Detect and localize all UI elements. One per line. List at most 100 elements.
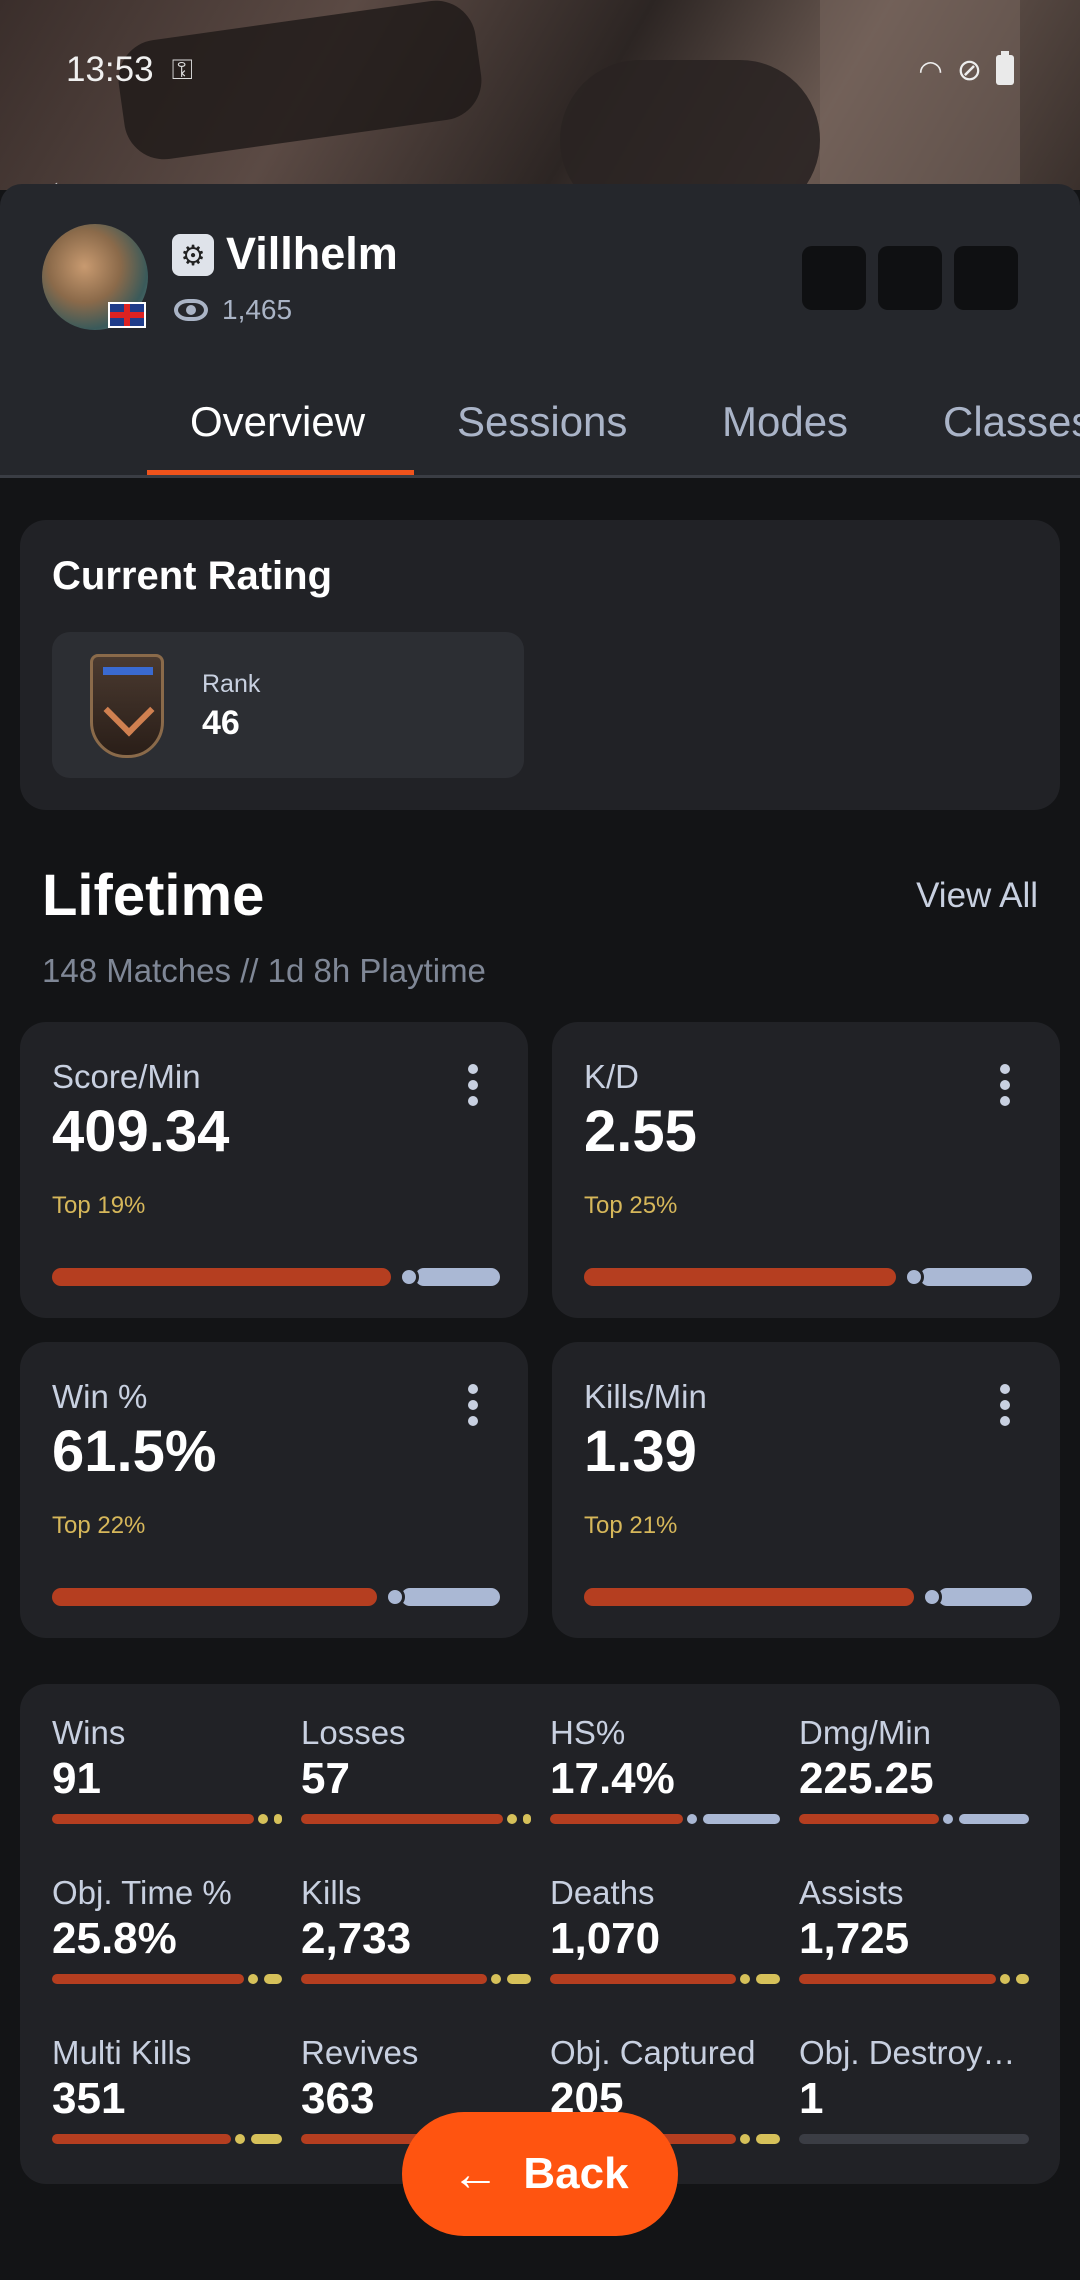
tab-modes[interactable]: Modes: [722, 398, 848, 446]
stat-value: 409.34: [52, 1099, 230, 1164]
stat-cell-bar: [52, 1814, 282, 1824]
rank-badge-icon: [90, 654, 164, 758]
stat-cell-bar: [799, 1974, 1029, 1984]
percentile-bar: [52, 1587, 500, 1607]
stat-cell-label: Deaths: [550, 1874, 655, 1911]
stat-cell-value: 17.4%: [550, 1754, 675, 1803]
view-all-link[interactable]: View All: [916, 876, 1038, 916]
stat-cell[interactable]: Wins 91: [52, 1714, 282, 1824]
view-count: 1,465: [174, 294, 292, 326]
stat-cell[interactable]: Multi Kills 351: [52, 2034, 282, 2144]
arrow-left-icon: ←: [451, 2147, 500, 2201]
header-action-button[interactable]: [802, 246, 866, 310]
stat-cell[interactable]: HS% 17.4%: [550, 1714, 780, 1824]
view-count-value: 1,465: [222, 294, 293, 325]
stat-cell-bar: [799, 1814, 1029, 1824]
stat-cell-value: 1,725: [799, 1914, 910, 1963]
stat-cell-label: HS%: [550, 1714, 626, 1751]
stat-percentile: Top 22%: [52, 1512, 146, 1539]
current-rating-card: Current Rating Rank 46: [20, 520, 1060, 810]
stat-cell-value: 2,733: [301, 1914, 412, 1963]
dnd-icon: ⊘: [956, 53, 982, 87]
stat-value: 2.55: [584, 1099, 697, 1164]
tab-sessions[interactable]: Sessions: [457, 398, 627, 446]
back-button[interactable]: ← Back: [402, 2112, 678, 2236]
stat-cell-label: Losses: [301, 1714, 406, 1751]
stat-cell-value: 1,070: [550, 1914, 661, 1963]
stat-cell-label: Obj. Destroy…: [799, 2034, 1016, 2071]
stat-cell[interactable]: Obj. Time % 25.8%: [52, 1874, 282, 1984]
stat-cell-bar: [550, 1974, 780, 1984]
rank-value: 46: [202, 704, 240, 742]
steam-icon: ⚙: [172, 234, 214, 276]
stat-cell-bar: [799, 2134, 1029, 2144]
stat-cell-bar: [52, 1974, 282, 1984]
header-action-button[interactable]: [954, 246, 1018, 310]
stat-cell-bar: [550, 1814, 780, 1824]
uk-flag-icon: [108, 302, 146, 328]
stat-cell-value: 225.25: [799, 1754, 934, 1803]
stat-label: Score/Min: [52, 1058, 201, 1095]
stat-cell-value: 25.8%: [52, 1914, 177, 1963]
stat-label: Win %: [52, 1378, 148, 1415]
battery-icon: [996, 51, 1014, 85]
stat-cell-bar: [52, 2134, 282, 2144]
stat-cell-label: Kills: [301, 1874, 362, 1911]
current-rating-title: Current Rating: [52, 554, 332, 598]
stat-label: Kills/Min: [584, 1378, 707, 1415]
stat-cell[interactable]: Kills 2,733: [301, 1874, 531, 1984]
status-time: 13:53: [66, 50, 154, 89]
vpn-key-icon: ⚿: [171, 53, 193, 85]
stat-card[interactable]: Score/Min 409.34 Top 19%: [20, 1022, 528, 1318]
percentile-bar: [584, 1267, 1032, 1287]
status-icons: ◠ ⊘: [918, 51, 1014, 88]
more-options-icon[interactable]: [1000, 1384, 1010, 1432]
rank-label: Rank: [202, 670, 261, 698]
lifetime-title: Lifetime: [42, 863, 265, 928]
stat-cell-label: Wins: [52, 1714, 126, 1751]
eye-icon: [174, 299, 208, 321]
stat-cell-value: 91: [52, 1754, 101, 1803]
hero-image-shape: [820, 0, 1020, 190]
stat-cell-value: 57: [301, 1754, 350, 1803]
stat-cell[interactable]: Deaths 1,070: [550, 1874, 780, 1984]
stat-card[interactable]: Kills/Min 1.39 Top 21%: [552, 1342, 1060, 1638]
rank-box[interactable]: Rank 46: [52, 632, 524, 778]
status-bar: 13:53 ⚿ ◠ ⊘: [66, 48, 1014, 92]
more-options-icon[interactable]: [468, 1064, 478, 1112]
stat-percentile: Top 19%: [52, 1192, 146, 1219]
stat-label: K/D: [584, 1058, 640, 1095]
player-name: Villhelm: [226, 228, 398, 279]
stat-cell-label: Dmg/Min: [799, 1714, 932, 1751]
stat-cell-bar: [301, 1974, 531, 1984]
stat-card[interactable]: Win % 61.5% Top 22%: [20, 1342, 528, 1638]
stat-card[interactable]: K/D 2.55 Top 25%: [552, 1022, 1060, 1318]
stat-value: 1.39: [584, 1419, 697, 1484]
percentile-bar: [584, 1587, 1032, 1607]
tab-overview[interactable]: Overview: [190, 398, 365, 446]
stat-percentile: Top 21%: [584, 1512, 678, 1539]
more-options-icon[interactable]: [1000, 1064, 1010, 1112]
stat-cell-value: 351: [52, 2074, 126, 2123]
stat-cell[interactable]: Dmg/Min 225.25: [799, 1714, 1029, 1824]
header-actions: [802, 246, 1018, 310]
wifi-icon: ◠: [918, 54, 943, 86]
percentile-bar: [52, 1267, 500, 1287]
stat-value: 61.5%: [52, 1419, 217, 1484]
stats-grid: Wins 91 Losses 57 HS% 17.4% Dmg/Min 225.25 Obj. …: [20, 1684, 1060, 2184]
stat-cell-label: Multi Kills: [52, 2034, 192, 2071]
tab-classes[interactable]: Classes: [943, 398, 1080, 446]
stat-cell-label: Obj. Time %: [52, 1874, 232, 1911]
back-button-label: Back: [523, 2149, 629, 2198]
lifetime-subtitle: 148 Matches // 1d 8h Playtime: [42, 952, 486, 989]
stat-cell[interactable]: Losses 57: [301, 1714, 531, 1824]
hero-banner: [0, 0, 1080, 190]
stat-cell-label: Assists: [799, 1874, 904, 1911]
stat-cell-value: 1: [799, 2074, 824, 2123]
more-options-icon[interactable]: [468, 1384, 478, 1432]
stat-cell-label: Obj. Captured: [550, 2034, 756, 2071]
header-action-button[interactable]: [878, 246, 942, 310]
stat-percentile: Top 25%: [584, 1192, 678, 1219]
stat-cell[interactable]: Obj. Destroy… 1: [799, 2034, 1029, 2144]
stat-cell[interactable]: Assists 1,725: [799, 1874, 1029, 1984]
